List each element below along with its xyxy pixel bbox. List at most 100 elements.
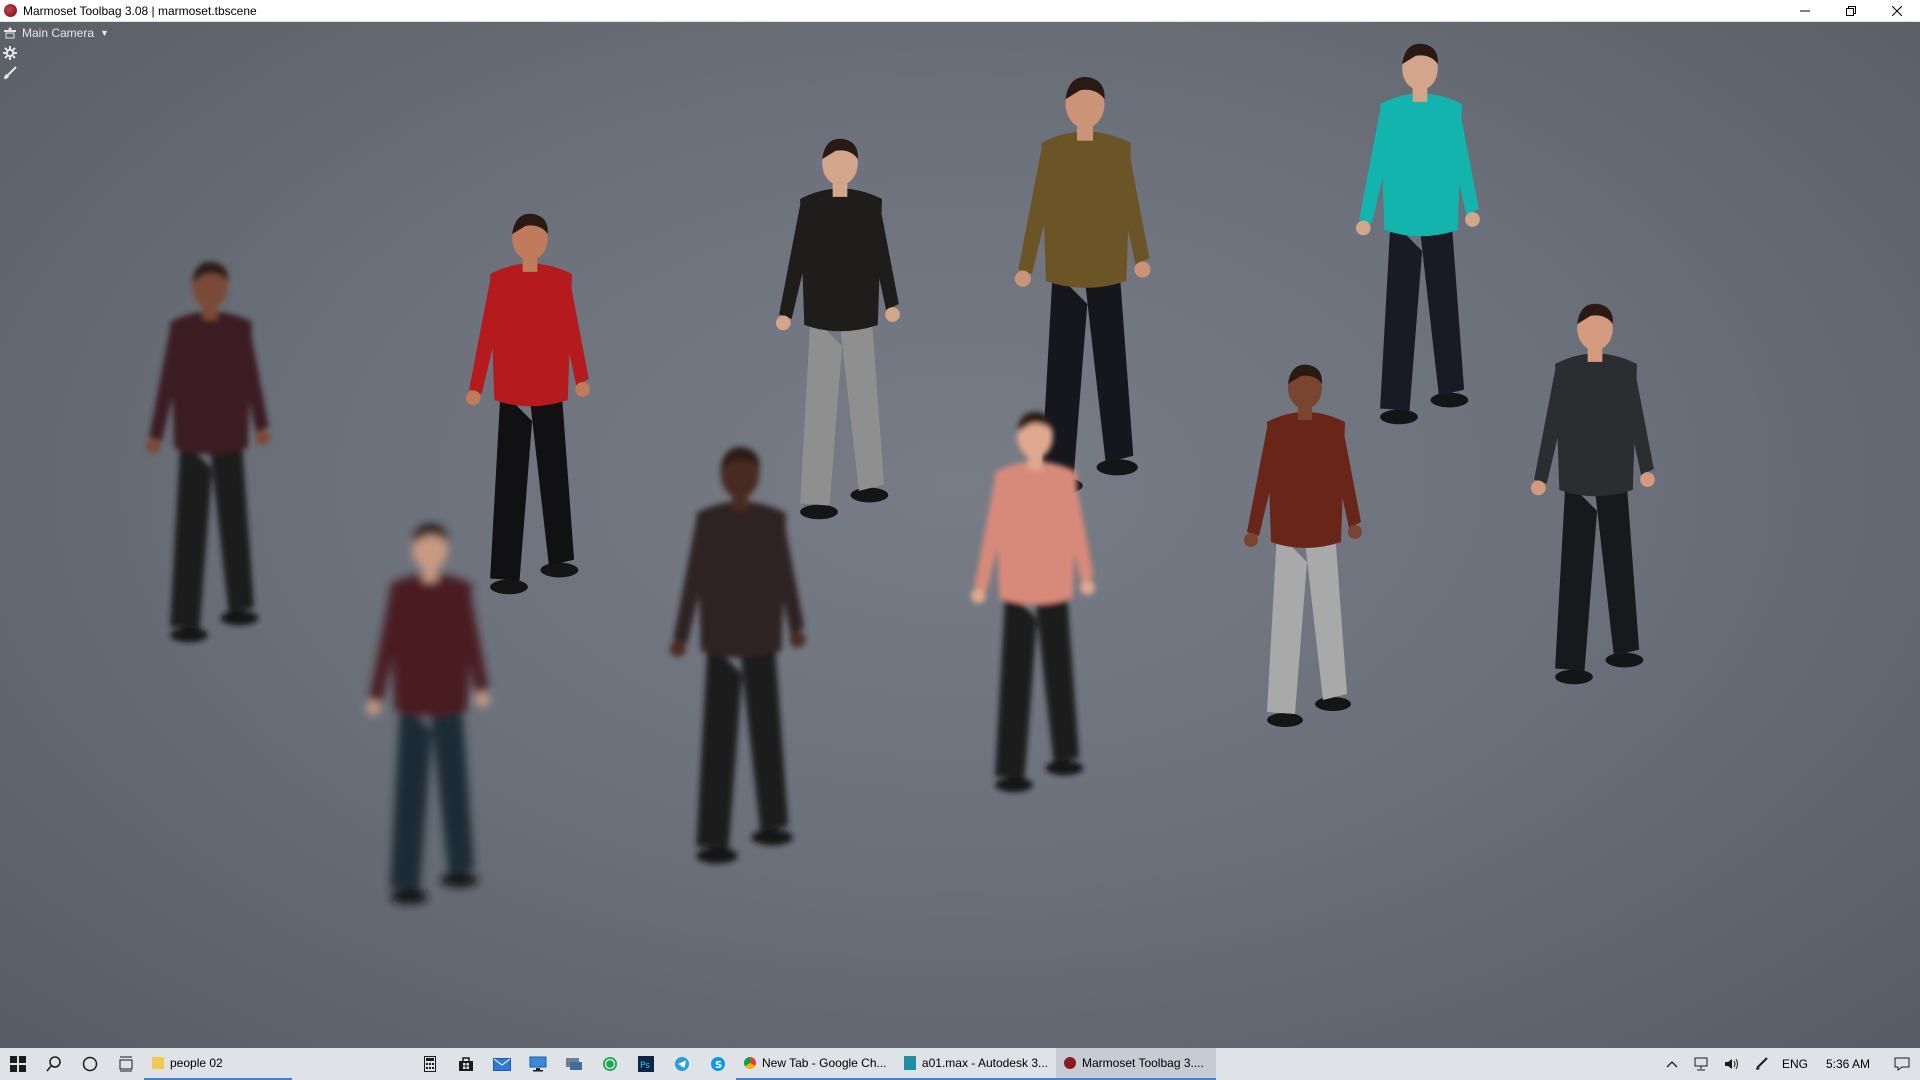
restore-button[interactable]	[1828, 0, 1874, 22]
character-model[interactable]	[145, 261, 270, 643]
hand	[789, 631, 806, 648]
shoe	[490, 579, 528, 595]
telegram-icon[interactable]	[664, 1048, 700, 1080]
taskbar-app-label: a01.max - Autodesk 3...	[921, 1056, 1048, 1070]
shoe	[220, 610, 259, 626]
hand	[1134, 261, 1151, 278]
shoe	[1430, 392, 1469, 408]
title-bar: Marmoset Toolbag 3.08 | marmoset.tbscene	[0, 0, 1920, 22]
torso	[1041, 131, 1131, 288]
scene-render[interactable]	[0, 22, 1920, 1048]
photoshop-icon[interactable]: Ps	[628, 1048, 664, 1080]
brush-icon[interactable]	[2, 65, 18, 81]
leg	[1595, 479, 1640, 656]
leg	[1420, 219, 1465, 396]
volume-icon[interactable]	[1722, 1048, 1742, 1080]
taskbar-app-label: people 02	[170, 1056, 223, 1070]
hand	[575, 382, 590, 397]
store-icon[interactable]	[448, 1048, 484, 1080]
shoe	[800, 504, 838, 520]
shoe	[540, 562, 579, 578]
shoe	[995, 777, 1033, 793]
hand	[1080, 580, 1095, 595]
whatsapp-icon[interactable]	[592, 1048, 628, 1080]
hand	[669, 640, 686, 657]
hand	[1465, 212, 1480, 227]
character-model[interactable]	[669, 447, 806, 864]
shoe	[1267, 713, 1303, 727]
torso	[490, 263, 572, 407]
windows-start-icon[interactable]	[0, 1048, 36, 1080]
character-model[interactable]	[970, 411, 1095, 793]
search-icon[interactable]	[36, 1048, 72, 1080]
3d-viewport[interactable]: Main Camera ▼	[0, 22, 1920, 1048]
svg-text:Ps: Ps	[640, 1061, 650, 1071]
leg	[1305, 532, 1347, 700]
shoe	[1380, 409, 1418, 425]
leg	[1380, 219, 1423, 411]
leg	[740, 639, 789, 833]
character-model[interactable]	[365, 523, 490, 905]
mail-icon[interactable]	[484, 1048, 520, 1080]
marmoset-icon	[1064, 1057, 1076, 1069]
desktop-icon[interactable]	[520, 1048, 556, 1080]
language-indicator[interactable]: ENG	[1782, 1057, 1808, 1071]
shoe	[1315, 697, 1351, 711]
camera-icon	[2, 25, 18, 41]
shoe	[751, 829, 793, 846]
pen-icon[interactable]	[1752, 1048, 1772, 1080]
character-model[interactable]	[1244, 364, 1362, 727]
taskbar-app-3dsmax[interactable]: a01.max - Autodesk 3...	[896, 1048, 1056, 1080]
viewport-toolbar: Main Camera ▼	[2, 25, 109, 81]
leg	[995, 587, 1038, 779]
hand	[1640, 472, 1655, 487]
leg	[800, 314, 843, 506]
close-icon	[1892, 5, 1902, 16]
shoe	[170, 627, 208, 643]
hand	[970, 588, 986, 604]
calculator-icon[interactable]	[412, 1048, 448, 1080]
leg	[530, 389, 575, 566]
hand	[475, 692, 490, 707]
hand	[145, 438, 161, 454]
chevron-up-icon[interactable]	[1662, 1048, 1682, 1080]
camera-selector[interactable]: Main Camera ▼	[2, 25, 109, 41]
network-icon[interactable]	[1692, 1048, 1712, 1080]
shoe	[390, 889, 428, 905]
skype-icon[interactable]: S	[700, 1048, 736, 1080]
torso	[800, 188, 882, 332]
hand	[255, 430, 270, 445]
clock[interactable]: 5:36 AM	[1826, 1057, 1870, 1071]
hand	[775, 315, 791, 331]
minimize-icon	[1800, 10, 1810, 11]
gear-icon[interactable]	[2, 45, 18, 61]
taskbar-app-marmoset[interactable]: Marmoset Toolbag 3....	[1056, 1048, 1216, 1080]
minimize-button[interactable]	[1782, 0, 1828, 22]
leg	[840, 314, 885, 491]
svg-text:S: S	[715, 1060, 722, 1071]
close-button[interactable]	[1874, 0, 1920, 22]
character-model[interactable]	[1530, 303, 1655, 685]
task-view-icon[interactable]	[108, 1048, 144, 1080]
remote-icon[interactable]	[556, 1048, 592, 1080]
taskbar: people 02 Ps S New Tab - Google Ch... a0…	[0, 1048, 1920, 1080]
leg	[390, 699, 433, 891]
chevron-down-icon: ▼	[100, 28, 109, 38]
hand	[885, 307, 900, 322]
hand	[365, 700, 381, 716]
chrome-icon	[744, 1057, 756, 1069]
app-window: Marmoset Toolbag 3.08 | marmoset.tbscene	[0, 0, 1920, 1080]
character-model[interactable]	[775, 138, 900, 520]
taskbar-app-chrome[interactable]: New Tab - Google Ch...	[736, 1048, 896, 1080]
system-tray: ENG 5:36 AM	[1662, 1048, 1920, 1080]
cortana-circle-icon[interactable]	[72, 1048, 108, 1080]
notification-icon[interactable]	[1892, 1048, 1912, 1080]
shoe	[850, 487, 889, 503]
taskbar-app-folder[interactable]: people 02	[144, 1048, 292, 1080]
leg	[696, 639, 743, 849]
leg	[210, 437, 255, 614]
camera-label: Main Camera	[22, 26, 95, 40]
character-model[interactable]	[1355, 43, 1480, 425]
character-model[interactable]	[465, 213, 590, 595]
hand	[1244, 533, 1258, 547]
